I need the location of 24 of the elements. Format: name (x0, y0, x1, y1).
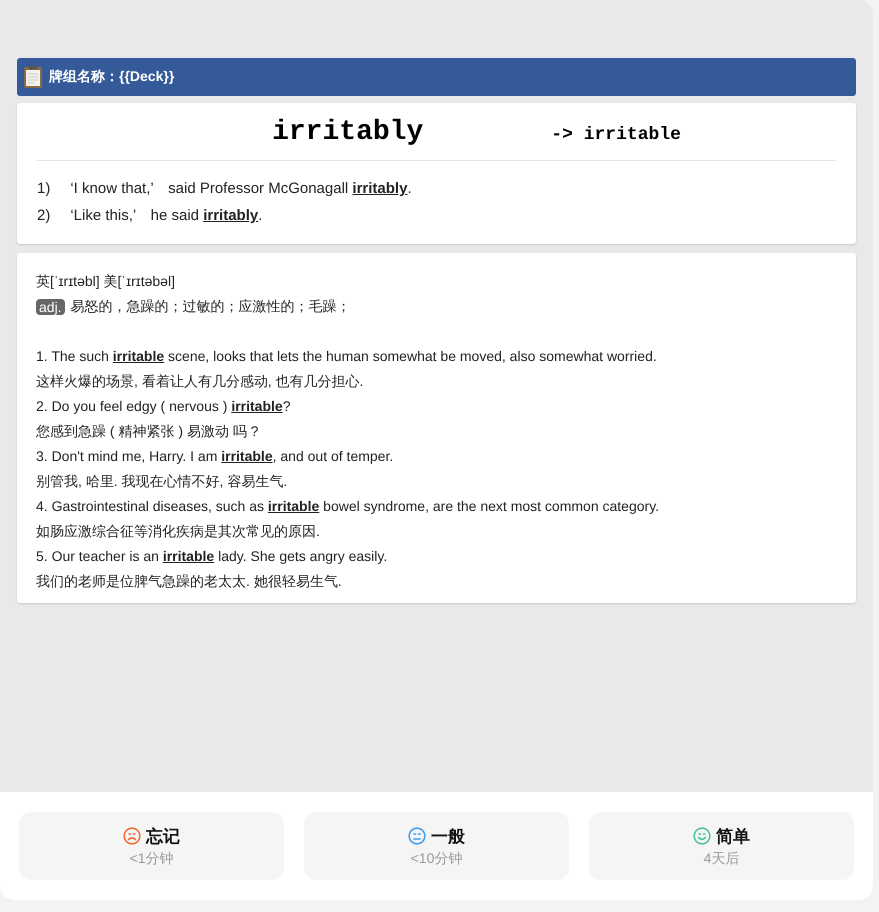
base-form: -> irritable (551, 125, 681, 145)
deck-title: 牌组名称：{{Deck}} (49, 68, 174, 86)
meaning: 易怒的，急躁的；过敏的；应激性的；毛躁； (70, 297, 351, 316)
ease-button[interactable]: 简单 4天后 (589, 812, 854, 880)
clipboard-icon (23, 65, 43, 89)
example-line: 您感到急躁 ( 精神紧张 ) 易激动 吗 ? (36, 422, 260, 441)
word: irritably (272, 117, 424, 148)
ease-button[interactable]: 忘记 <1分钟 (19, 812, 284, 880)
example-line: 3. Don't mind me, Harry. I am irritable, and out of temper. (36, 447, 394, 466)
example-line: 1. The such irritable scene, looks that lets the human somewhat be moved, also somewhat worried. (36, 347, 658, 366)
sentence-number: 1) (37, 179, 50, 199)
example-line: 5. Our teacher is an irritable lady. She gets angry easily. (36, 547, 388, 566)
example-line: 这样火爆的场景, 看着让人有几分感动, 也有几分担心. (36, 372, 364, 391)
example-line: 别管我, 哈里. 我现在心情不好, 容易生气. (36, 472, 288, 491)
ease-button[interactable]: 一般 <10分钟 (304, 812, 569, 880)
example-sentence: ‘I know that,’ said Professor McGonagall irritably. (70, 179, 412, 199)
phonetic: 英[ˈɪrɪtəbl] 美[ˈɪrɪtəbəl] (36, 272, 176, 291)
sentence-number: 2) (37, 206, 50, 226)
example-line: 4. Gastrointestinal diseases, such as irritable bowel syndrome, are the next most common category. (36, 497, 660, 516)
part-of-speech-tag: adj. (36, 298, 65, 314)
example-line: 2. Do you feel edgy ( nervous ) irritable? (36, 397, 292, 416)
example-line: 我们的老师是位脾气急躁的老太太. 她很轻易生气. (36, 572, 343, 591)
example-sentence: ‘Like this,’ he said irritably. (70, 206, 262, 226)
example-line: 如肠应激综合征等消化疾病是其次常见的原因. (36, 522, 321, 541)
